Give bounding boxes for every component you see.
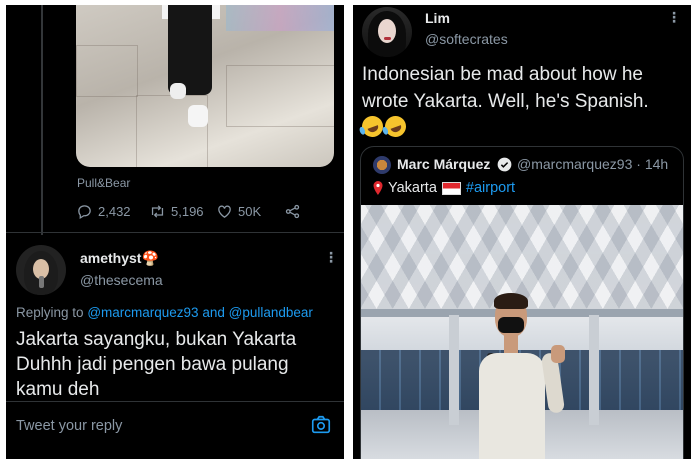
- quoted-text: Yakarta #airport: [373, 180, 515, 196]
- more-icon[interactable]: ⋮: [324, 249, 338, 266]
- hashtag-link[interactable]: #airport: [466, 180, 515, 196]
- post-source: Pull&Bear: [77, 176, 131, 190]
- verified-icon: [497, 157, 512, 172]
- author-handle[interactable]: @softecrates: [425, 31, 508, 47]
- thread-line: [41, 5, 43, 235]
- retweet-count: 5,196: [171, 204, 204, 219]
- mention-link[interactable]: @marcmarquez93: [87, 305, 198, 320]
- reply-input[interactable]: Tweet your reply: [16, 418, 122, 434]
- like-action[interactable]: 50K: [216, 203, 261, 220]
- reply-author-name[interactable]: amethyst🍄: [80, 250, 159, 267]
- mention-link[interactable]: @pullandbear: [229, 305, 313, 320]
- like-icon: [218, 205, 231, 218]
- reply-count: 2,432: [98, 204, 131, 219]
- reply-bar: Tweet your reply: [6, 401, 344, 459]
- person-legs: [168, 5, 212, 95]
- emoji-row: [359, 113, 687, 142]
- person: [479, 353, 545, 459]
- avatar: [373, 156, 391, 174]
- left-screenshot: Pull&Bear 2,432 5,196 50K amethyst🍄 @the…: [6, 5, 344, 459]
- retweet-icon: [151, 205, 164, 218]
- share-icon: [285, 204, 300, 219]
- avatar[interactable]: [362, 7, 412, 57]
- location-text: Yakarta: [388, 180, 437, 196]
- rofl-emoji-icon: [359, 113, 386, 140]
- reply-action[interactable]: 2,432: [76, 203, 131, 220]
- quoted-author-name: Marc Márquez: [397, 156, 491, 172]
- tweet-text: Indonesian be mad about how he wrote Yak…: [359, 61, 687, 142]
- post-actions: 2,432 5,196 50K: [76, 203, 336, 221]
- retweet-action[interactable]: 5,196: [149, 203, 204, 220]
- reply-author-handle[interactable]: @thesecema: [80, 272, 163, 288]
- airport-photo[interactable]: [361, 205, 683, 459]
- pin-icon: [373, 181, 383, 195]
- avatar[interactable]: [16, 245, 66, 295]
- share-action[interactable]: [284, 203, 301, 220]
- quoted-post-photo[interactable]: [76, 5, 334, 167]
- reply-icon: [78, 205, 91, 220]
- quoted-tweet[interactable]: Marc Márquez @marcmarquez93 · 14h Yakart…: [360, 146, 684, 459]
- replying-to: Replying to @marcmarquez93 and @pullandb…: [16, 305, 313, 320]
- indonesia-flag-icon: [441, 181, 461, 195]
- reply-text: Jakarta sayangku, bukan Yakarta Duhhh ja…: [16, 329, 297, 400]
- author-name[interactable]: Lim: [425, 10, 450, 26]
- divider: [6, 232, 344, 233]
- face-mask: [498, 317, 524, 333]
- rofl-emoji-icon: [382, 113, 409, 140]
- right-screenshot: Lim @softecrates ⋮ Indonesian be mad abo…: [353, 5, 691, 459]
- tweet-time: 14h: [644, 156, 669, 172]
- more-icon[interactable]: ⋮: [667, 9, 681, 26]
- quoted-author-handle: @marcmarquez93 · 14h: [517, 156, 669, 172]
- like-count: 50K: [238, 204, 262, 219]
- camera-icon[interactable]: [310, 414, 332, 436]
